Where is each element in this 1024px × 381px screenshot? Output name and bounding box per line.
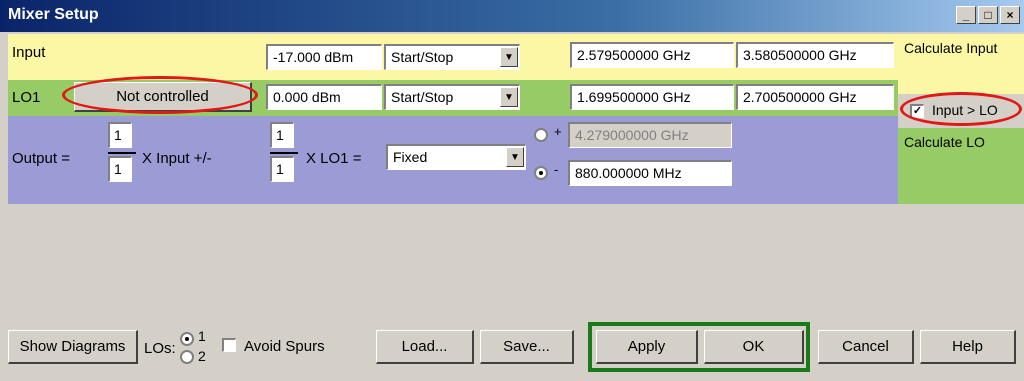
los-label: LOs: bbox=[144, 340, 176, 357]
load-button[interactable]: Load... bbox=[376, 330, 474, 364]
plus-sign: + bbox=[554, 124, 562, 139]
ok-button[interactable]: OK bbox=[704, 330, 804, 364]
output-minus-value-field[interactable]: 880.000000 MHz bbox=[568, 160, 732, 186]
lo-count-1-label: 1 bbox=[198, 328, 206, 344]
plus-radio[interactable] bbox=[534, 128, 548, 142]
input-gt-lo-checkbox[interactable]: ✓ bbox=[910, 104, 924, 118]
minimize-button[interactable]: _ bbox=[956, 6, 976, 24]
dropdown-arrow-icon[interactable]: ▼ bbox=[500, 47, 518, 67]
calculate-lo-button[interactable]: Calculate LO bbox=[898, 128, 1024, 204]
output-label: Output = bbox=[12, 150, 70, 167]
avoid-spurs-checkbox[interactable] bbox=[222, 338, 236, 352]
dropdown-arrow-icon[interactable]: ▼ bbox=[500, 87, 518, 107]
x-lo1-label: X LO1 = bbox=[306, 150, 362, 167]
close-button[interactable]: × bbox=[1000, 6, 1020, 24]
avoid-spurs-label[interactable]: Avoid Spurs bbox=[244, 338, 325, 355]
input-gt-lo-area: ✓ Input > LO bbox=[898, 94, 1024, 128]
input-row: Input -17.000 dBm Start/Stop ▼ 2.5795000… bbox=[8, 34, 898, 80]
lo1-row: LO1 Not controlled 0.000 dBm Start/Stop … bbox=[8, 80, 898, 116]
fraction-line bbox=[270, 152, 298, 154]
dropdown-arrow-icon[interactable]: ▼ bbox=[506, 147, 524, 167]
window-title: Mixer Setup bbox=[8, 6, 99, 23]
input-gt-lo-label[interactable]: Input > LO bbox=[932, 102, 998, 118]
x-input-label: X Input +/- bbox=[142, 150, 212, 167]
output-plus-value-field: 4.279000000 GHz bbox=[568, 122, 732, 148]
input-mode-dropdown[interactable]: Start/Stop ▼ bbox=[384, 44, 520, 70]
lo1-start-field[interactable]: 1.699500000 GHz bbox=[570, 84, 734, 110]
lo-count-2-label: 2 bbox=[198, 348, 206, 364]
lo1-mode-value: Start/Stop bbox=[391, 89, 454, 105]
apply-button[interactable]: Apply bbox=[596, 330, 698, 364]
input-multiplier-denominator[interactable]: 1 bbox=[108, 156, 132, 182]
output-row: Output = 1 1 X Input +/- 1 1 X LO1 = Fix… bbox=[8, 116, 898, 204]
fraction-line bbox=[108, 152, 136, 154]
output-mode-value: Fixed bbox=[393, 149, 428, 165]
minus-radio[interactable] bbox=[534, 166, 548, 180]
window-controls: _ □ × bbox=[956, 6, 1020, 24]
minus-sign: - bbox=[554, 162, 559, 177]
title-bar[interactable]: Mixer Setup _ □ × bbox=[0, 0, 1024, 32]
lo-multiplier-denominator[interactable]: 1 bbox=[270, 156, 294, 182]
not-controlled-button[interactable]: Not controlled bbox=[74, 82, 252, 112]
input-multiplier-numerator[interactable]: 1 bbox=[108, 122, 132, 148]
lo-count-radio-2[interactable] bbox=[180, 350, 194, 364]
help-button[interactable]: Help bbox=[920, 330, 1016, 364]
input-start-field[interactable]: 2.579500000 GHz bbox=[570, 42, 734, 68]
input-stop-field[interactable]: 3.580500000 GHz bbox=[736, 42, 894, 68]
input-label: Input bbox=[12, 44, 46, 61]
lo1-stop-field[interactable]: 2.700500000 GHz bbox=[736, 84, 894, 110]
show-diagrams-button[interactable]: Show Diagrams bbox=[8, 330, 138, 364]
cancel-button[interactable]: Cancel bbox=[818, 330, 914, 364]
lo-multiplier-numerator[interactable]: 1 bbox=[270, 122, 294, 148]
input-mode-value: Start/Stop bbox=[391, 49, 454, 65]
lo1-label: LO1 bbox=[12, 89, 41, 106]
maximize-button[interactable]: □ bbox=[978, 6, 998, 24]
input-power-field[interactable]: -17.000 dBm bbox=[266, 44, 382, 70]
output-mode-dropdown[interactable]: Fixed ▼ bbox=[386, 144, 526, 170]
lo-count-radio-1[interactable] bbox=[180, 332, 194, 346]
calculate-input-button[interactable]: Calculate Input bbox=[898, 34, 1024, 94]
mixer-setup-window: Mixer Setup _ □ × Input -17.000 dBm Star… bbox=[0, 0, 1024, 381]
lo1-power-field[interactable]: 0.000 dBm bbox=[266, 84, 382, 110]
lo1-mode-dropdown[interactable]: Start/Stop ▼ bbox=[384, 84, 520, 110]
save-button[interactable]: Save... bbox=[480, 330, 574, 364]
